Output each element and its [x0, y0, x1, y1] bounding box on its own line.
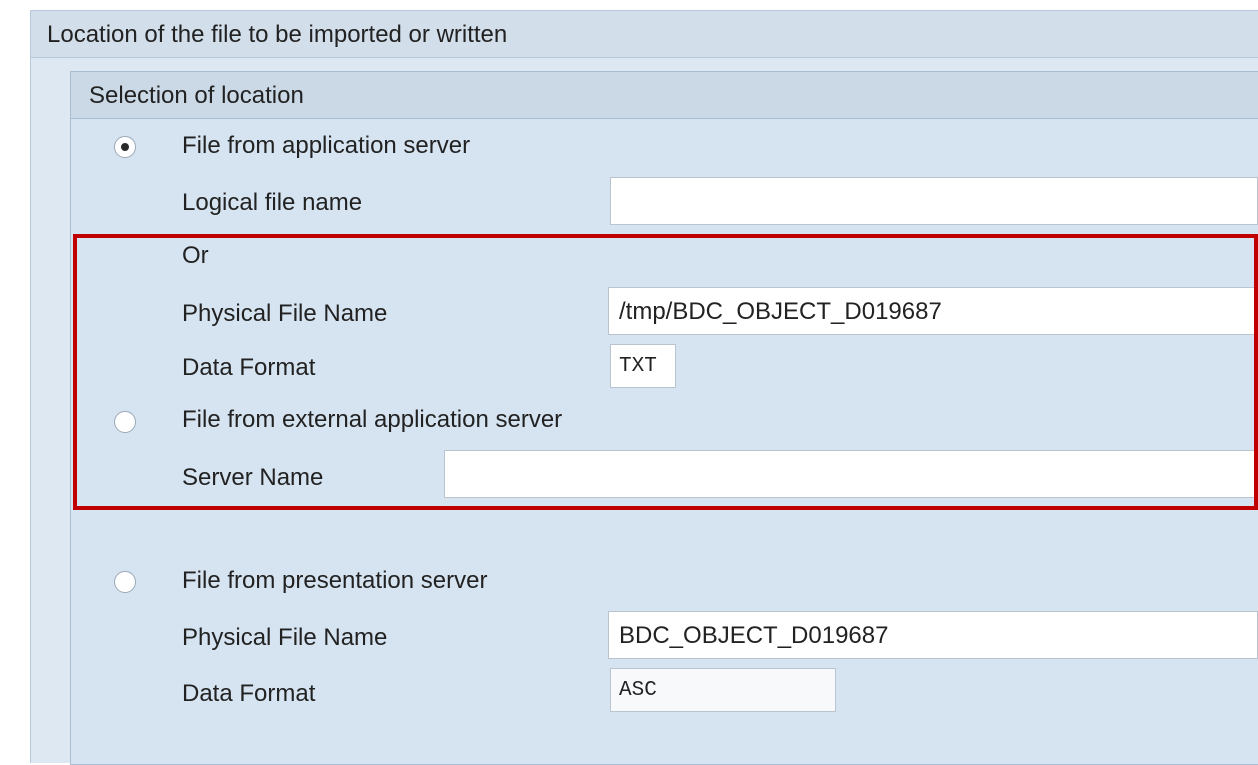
pres-data-format-label: Data Format	[182, 680, 316, 707]
selection-header: Selection of location	[71, 72, 1258, 119]
radio-presentation-server[interactable]	[114, 571, 136, 593]
logical-file-name-input[interactable]	[610, 177, 1258, 225]
group-header: Location of the file to be imported or w…	[31, 11, 1258, 58]
highlight-box	[73, 234, 1258, 510]
radio-app-server[interactable]	[114, 136, 136, 158]
app-server-label: File from application server	[182, 132, 471, 159]
group-title: Location of the file to be imported or w…	[47, 21, 508, 48]
pres-physical-file-name-label: Physical File Name	[182, 624, 388, 651]
presentation-server-label: File from presentation server	[182, 567, 488, 594]
pres-physical-file-name-input[interactable]: BDC_OBJECT_D019687	[608, 611, 1258, 659]
pres-data-format-input[interactable]: ASC	[610, 668, 836, 712]
selection-title: Selection of location	[89, 82, 304, 109]
logical-file-name-label: Logical file name	[182, 189, 363, 216]
